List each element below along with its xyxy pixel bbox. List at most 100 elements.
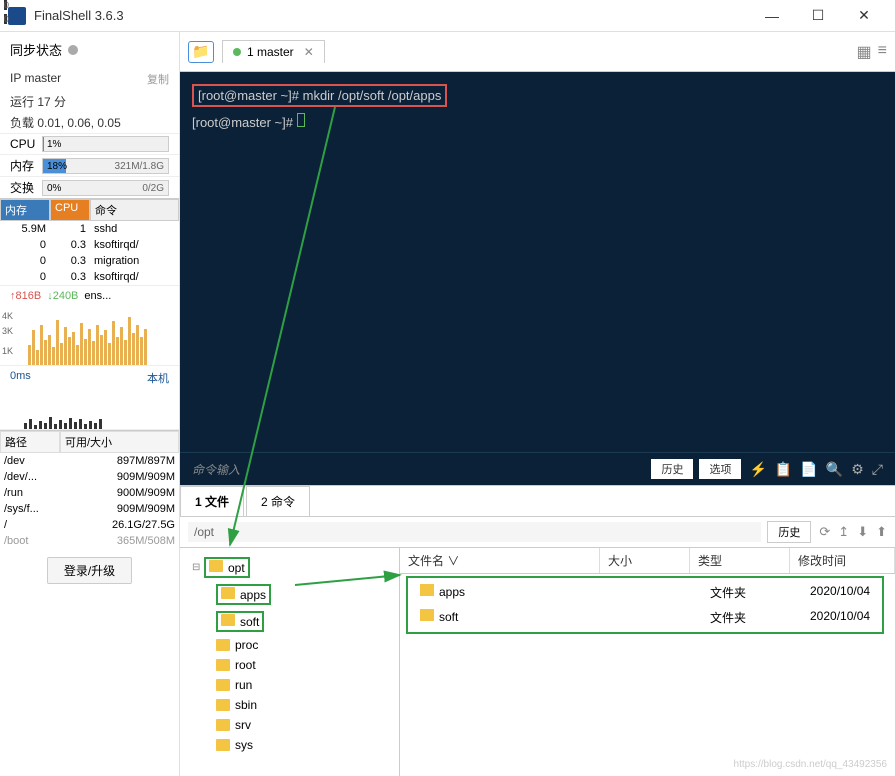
minimize-button[interactable]: — [749,0,795,32]
bolt-icon[interactable]: ⚡ [749,461,766,478]
terminal-prompt: [root@master ~]# [198,88,303,103]
tree-node[interactable]: run [184,675,395,695]
swap-bar: 0% 0/2G [42,180,169,196]
proc-hdr-cmd[interactable]: 命令 [90,199,179,221]
collapse-icon[interactable]: ⊟ [192,562,202,573]
sync-status: 同步状态 [0,32,179,67]
window-controls: — ☐ ✕ [749,0,887,32]
terminal[interactable]: [root@master ~]# mkdir /opt/soft /opt/ap… [180,72,895,452]
ip-row: IP master 复制 [0,67,179,91]
col-size[interactable]: 大小 [600,548,690,573]
upload-icon[interactable]: ⬆ [876,524,887,540]
col-name[interactable]: 文件名 ∨ [400,548,600,573]
proc-row[interactable]: 5.9M1sshd [0,221,179,237]
tree-node-soft[interactable]: soft [184,608,395,635]
swap-detail: 0/2G [142,181,164,197]
sync-status-label: 同步状态 [10,40,62,59]
command-input[interactable]: 命令输入 [192,461,645,478]
tabbar: 📁 1 master ✕ ▦ ≡ [180,32,895,72]
tree-node[interactable]: sys [184,735,395,755]
disk-row[interactable]: /dev/...909M/909M [0,469,179,485]
tree-node-apps[interactable]: apps [184,581,395,608]
terminal-line-highlighted: [root@master ~]# mkdir /opt/soft /opt/ap… [192,84,447,107]
disk-row[interactable]: /run900M/909M [0,485,179,501]
proc-hdr-cpu[interactable]: CPU [50,199,90,221]
proc-row[interactable]: 00.3ksoftirqd/ [0,237,179,253]
files-panel: 1 文件 2 命令 /opt 历史 ⟳ ↥ ⬇ ⬆ ⊟opt apps soft… [180,485,895,776]
latency-row: 0ms 本机 [0,366,179,390]
tree-node[interactable]: proc [184,635,395,655]
copy-button[interactable]: 复制 [147,71,169,87]
folder-icon [216,699,230,711]
mem-metric: 内存 18% 321M/1.8G [0,154,179,176]
watermark: https://blog.csdn.net/qq_43492356 [734,759,887,770]
folder-icon [216,679,230,691]
file-tabs: 1 文件 2 命令 [180,486,895,517]
grid-view-icon[interactable]: ▦ [857,42,872,62]
search-icon[interactable]: 🔍 [826,461,843,478]
proc-hdr-mem[interactable]: 内存 [0,199,50,221]
swap-metric: 交换 0% 0/2G [0,176,179,198]
latency-chart: 0 0 [0,390,179,430]
folder-icon [221,614,235,626]
disk-row[interactable]: /dev897M/897M [0,453,179,469]
tree-node[interactable]: root [184,655,395,675]
net-up: ↑816B [10,290,41,302]
path-history-button[interactable]: 历史 [767,521,811,543]
tab-commands[interactable]: 2 命令 [246,486,310,516]
expand-icon[interactable]: ⤢ [872,461,883,478]
disk-hdr-size[interactable]: 可用/大小 [60,431,179,453]
disk-row[interactable]: /sys/f...909M/909M [0,501,179,517]
copy-icon[interactable]: 📄 [800,461,817,478]
terminal-prompt: [root@master ~]# [192,115,297,130]
path-input[interactable]: /opt [188,522,761,542]
net-chart: 4K 3K 1K [0,306,179,366]
terminal-input-bar: 命令输入 历史 选项 ⚡ 📋 📄 🔍 ⚙ ⤢ [180,452,895,485]
path-bar: /opt 历史 ⟳ ↥ ⬇ ⬆ [180,517,895,548]
tree-node[interactable]: srv [184,715,395,735]
list-view-icon[interactable]: ≡ [878,42,887,62]
proc-row[interactable]: 00.3migration [0,253,179,269]
cpu-pct: 1% [47,137,61,153]
disk-row[interactable]: /26.1G/27.5G [0,517,179,533]
refresh-icon[interactable]: ⟳ [819,524,830,540]
folder-icon [420,584,434,596]
disk-hdr-path[interactable]: 路径 [0,431,60,453]
folder-tree: ⊟opt apps soft proc root run sbin srv sy… [180,548,400,776]
latency-host: 本机 [147,370,169,386]
tab-label: 1 master [247,45,294,59]
net-down: ↓240B [47,290,78,302]
sidebar: 同步状态 IP master 复制 运行 17 分 负载 0.01, 0.06,… [0,32,180,776]
tree-node-opt[interactable]: ⊟opt [184,554,395,581]
folder-icon [216,719,230,731]
status-dot-icon [233,48,241,56]
close-tab-icon[interactable]: ✕ [304,45,314,59]
gear-icon[interactable]: ⚙ [851,461,864,478]
maximize-button[interactable]: ☐ [795,0,841,32]
swap-label: 交换 [10,179,42,196]
file-row[interactable]: soft 文件夹 2020/10/04 [412,605,878,630]
close-button[interactable]: ✕ [841,0,887,32]
cpu-label: CPU [10,137,42,151]
folder-icon [209,560,223,572]
ip-label: IP master [10,71,61,87]
session-tab[interactable]: 1 master ✕ [222,40,325,63]
col-type[interactable]: 类型 [690,548,790,573]
tree-node[interactable]: sbin [184,695,395,715]
up-icon[interactable]: ↥ [838,524,849,540]
folder-icon [216,739,230,751]
disk-row[interactable]: /boot365M/508M [0,533,179,549]
options-button[interactable]: 选项 [699,459,741,479]
download-icon[interactable]: ⬇ [857,524,868,540]
net-row: ↑816B ↓240B ens... [0,285,179,306]
clipboard-icon[interactable]: 📋 [775,461,792,478]
proc-row[interactable]: 00.3ksoftirqd/ [0,269,179,285]
col-mtime[interactable]: 修改时间 [790,548,895,573]
folder-icon [420,609,434,621]
tab-files[interactable]: 1 文件 [180,486,244,516]
history-button[interactable]: 历史 [651,459,693,479]
file-row[interactable]: apps 文件夹 2020/10/04 [412,580,878,605]
login-upgrade-button[interactable]: 登录/升级 [47,557,132,584]
app-logo [8,7,26,25]
folder-icon[interactable]: 📁 [188,41,214,63]
